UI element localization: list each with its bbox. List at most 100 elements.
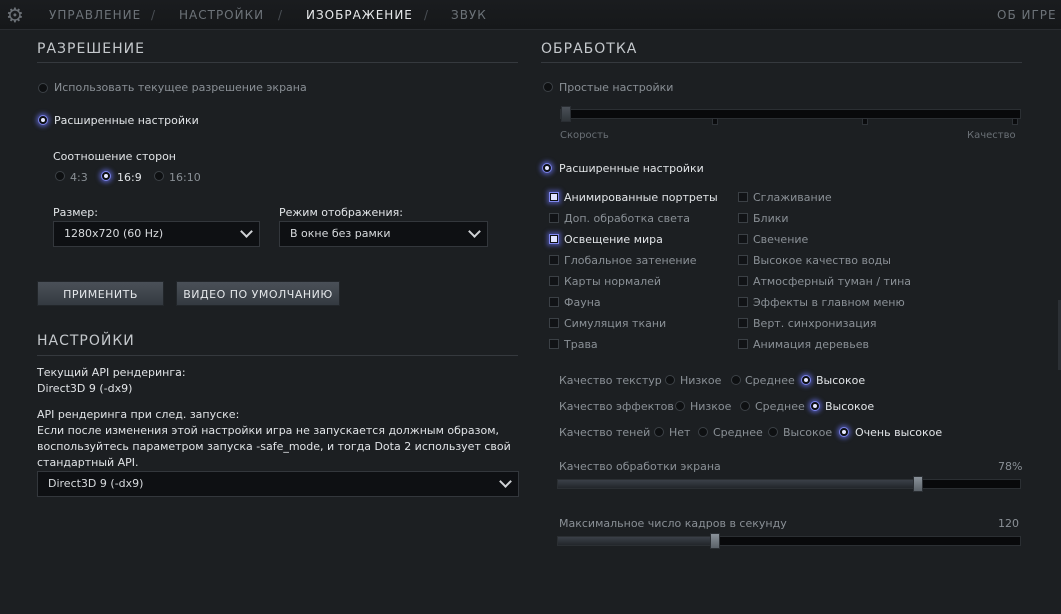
chevron-down-icon [499,475,512,488]
use-current-resolution-radio[interactable] [38,83,48,93]
graphics-option-checkbox[interactable] [549,339,559,349]
graphics-option-checkbox[interactable] [738,234,748,244]
simple-settings-label: Простые настройки [559,81,674,94]
graphics-option-checkbox[interactable] [549,213,559,223]
aspect-ratio-label: Соотношение сторон [53,150,176,163]
render-api-value: Direct3D 9 (-dx9) [48,477,144,490]
graphics-option-checkbox[interactable] [738,318,748,328]
aspect-16-10-label: 16:10 [169,171,201,184]
display-mode-dropdown[interactable]: В окне без рамки [279,221,488,247]
top-nav-bar: ⚙ УПРАВЛЕНИЕ / НАСТРОЙКИ / ИЗОБРАЖЕНИЕ /… [0,0,1061,30]
simple-settings-radio[interactable] [543,82,553,92]
shadow-none-label: Нет [669,426,691,439]
graphics-option-checkbox[interactable] [549,192,559,202]
preset-tick [1012,118,1018,125]
effects-quality-label: Качество эффектов [559,400,674,413]
graphics-option-checkbox[interactable] [738,255,748,265]
shadow-none-radio[interactable] [654,427,664,437]
graphics-option-checkbox-label: Симуляция ткани [564,317,667,330]
shadow-very-high-label: Очень высокое [855,426,943,439]
texture-low-label: Низкое [680,374,722,387]
texture-quality-label: Качество текстур [559,374,662,387]
effects-low-radio[interactable] [675,401,685,411]
advanced-processing-radio[interactable] [542,163,552,173]
shadow-quality-label: Качество теней [559,426,651,439]
use-current-resolution-label: Использовать текущее разрешение экрана [54,81,307,94]
effects-low-label: Низкое [690,400,732,413]
tab-video[interactable]: ИЗОБРАЖЕНИЕ [306,0,413,30]
texture-high-radio[interactable] [801,375,811,385]
tab-separator: / [278,8,283,22]
tab-settings[interactable]: НАСТРОЙКИ [179,0,264,30]
graphics-option-checkbox-label: Анимированные портреты [564,191,718,204]
graphics-option-checkbox-label: Свечение [753,233,809,246]
effects-high-radio[interactable] [810,401,820,411]
chevron-down-icon [468,225,481,238]
divider [37,355,518,356]
shadow-very-high-radio[interactable] [839,427,849,437]
resolution-title: РАЗРЕШЕНИЕ [37,41,145,57]
graphics-option-checkbox-label: Высокое качество воды [753,254,891,267]
aspect-16-9-label: 16:9 [117,171,142,184]
aspect-4-3-label: 4:3 [70,171,88,184]
render-api-dropdown[interactable]: Direct3D 9 (-dx9) [37,471,519,497]
next-api-note-line-2: воспользуйтесь параметром запуска -safe_… [37,440,511,453]
graphics-option-checkbox[interactable] [738,339,748,349]
preset-slider-thumb[interactable] [561,106,571,122]
screen-quality-slider[interactable] [557,476,1021,492]
about-game-link[interactable]: ОБ ИГРЕ [997,0,1057,30]
graphics-option-checkbox-label: Фауна [564,296,601,309]
quality-label: Качество [967,130,1016,141]
shadow-medium-label: Среднее [713,426,763,439]
graphics-option-checkbox[interactable] [738,297,748,307]
gear-icon[interactable]: ⚙ [4,4,26,26]
max-fps-fill [558,537,715,545]
max-fps-thumb[interactable] [710,533,720,549]
aspect-16-9-radio[interactable] [101,171,111,181]
size-value: 1280x720 (60 Hz) [64,227,164,240]
graphics-option-checkbox[interactable] [738,276,748,286]
graphics-option-checkbox-label: Сглаживание [753,191,832,204]
max-fps-slider[interactable] [557,533,1021,549]
preset-tick [862,118,868,125]
apply-button[interactable]: ПРИМЕНИТЬ [37,281,164,306]
preset-tick [712,118,718,125]
max-fps-value: 120 [998,517,1019,530]
aspect-4-3-radio[interactable] [55,171,65,181]
graphics-option-checkbox[interactable] [549,318,559,328]
tab-separator: / [424,8,429,22]
graphics-option-checkbox[interactable] [549,234,559,244]
graphics-option-checkbox[interactable] [738,192,748,202]
effects-medium-radio[interactable] [740,401,750,411]
graphics-option-checkbox-label: Трава [564,338,598,351]
divider [37,62,518,63]
graphics-option-checkbox[interactable] [549,255,559,265]
graphics-option-checkbox-label: Верт. синхронизация [753,317,877,330]
texture-low-radio[interactable] [665,375,675,385]
graphics-option-checkbox[interactable] [549,297,559,307]
tab-sound[interactable]: ЗВУК [451,0,487,30]
texture-medium-radio[interactable] [731,375,741,385]
shadow-high-radio[interactable] [768,427,778,437]
graphics-option-checkbox[interactable] [549,276,559,286]
tab-controls[interactable]: УПРАВЛЕНИЕ [49,0,141,30]
screen-quality-value: 78% [998,460,1023,473]
graphics-option-checkbox[interactable] [738,213,748,223]
size-dropdown[interactable]: 1280x720 (60 Hz) [53,221,260,247]
settings-title: НАСТРОЙКИ [37,333,135,349]
chevron-down-icon [240,225,253,238]
next-api-note-line-3: стандартный API. [37,456,139,469]
advanced-resolution-radio[interactable] [38,115,48,125]
shadow-high-label: Высокое [783,426,833,439]
display-mode-label: Режим отображения: [279,206,403,219]
graphics-option-checkbox-label: Блики [753,212,789,225]
aspect-16-10-radio[interactable] [154,171,164,181]
texture-medium-label: Среднее [745,374,795,387]
screen-quality-thumb[interactable] [913,476,923,492]
shadow-medium-radio[interactable] [698,427,708,437]
graphics-option-checkbox-label: Доп. обработка света [564,212,690,225]
preset-slider[interactable] [560,106,1021,122]
video-defaults-button[interactable]: ВИДЕО ПО УМОЛЧАНИЮ [176,281,340,306]
effects-high-label: Высокое [825,400,875,413]
size-label: Размер: [53,206,98,219]
